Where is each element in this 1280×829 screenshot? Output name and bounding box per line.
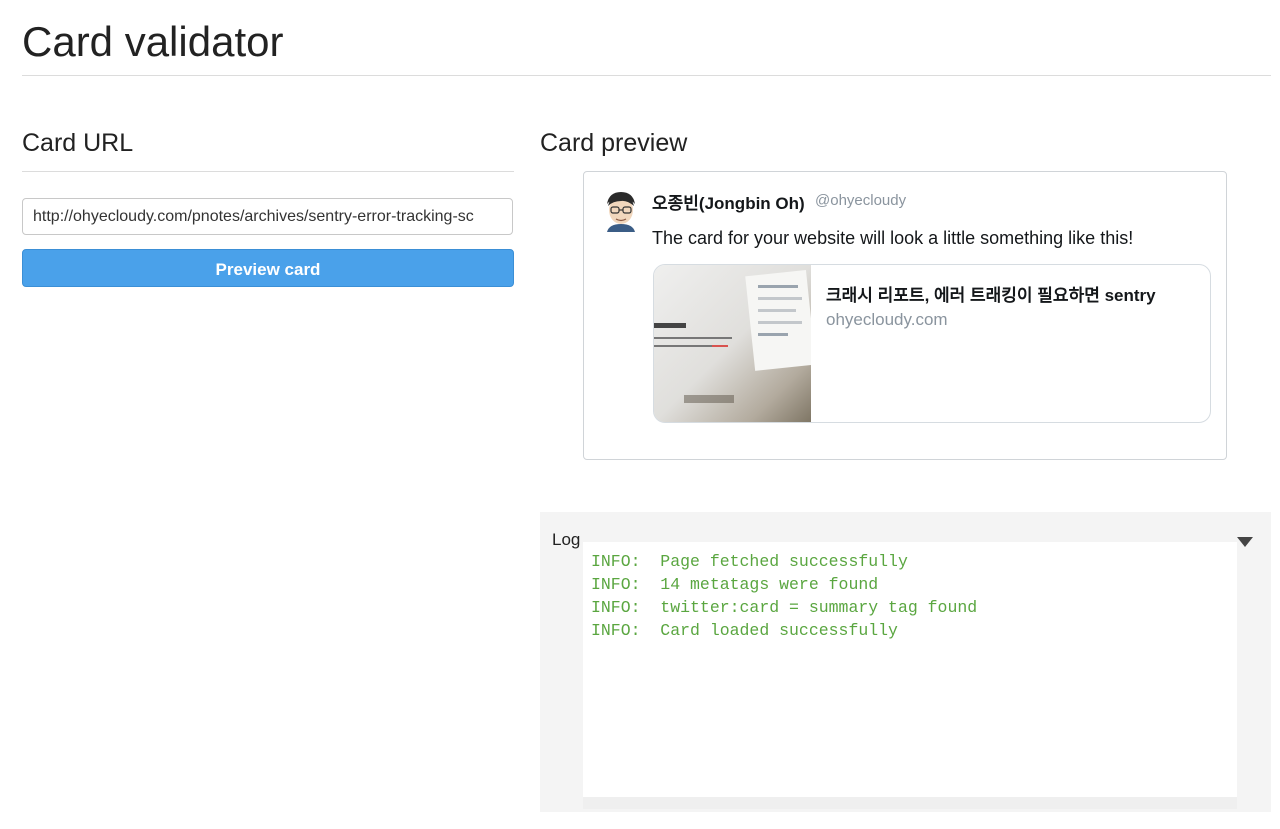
author-name: 오종빈(Jongbin Oh) <box>652 194 805 213</box>
log-line: INFO: Card loaded successfully <box>591 621 898 640</box>
avatar <box>603 190 639 232</box>
card-title: 크래시 리포트, 에러 트래킹이 필요하면 sentry <box>826 286 1156 305</box>
card-domain: ohyecloudy.com <box>826 310 948 329</box>
log-output[interactable]: INFO: Page fetched successfully INFO: 14 … <box>583 542 1237 797</box>
preview-card-button[interactable]: Preview card <box>22 249 514 287</box>
card-url-input[interactable] <box>22 198 513 235</box>
card-preview-heading: Card preview <box>540 129 688 157</box>
link-card[interactable]: 크래시 리포트, 에러 트래킹이 필요하면 sentry ohyecloudy.… <box>653 264 1211 423</box>
title-divider <box>22 75 1271 76</box>
page-title: Card validator <box>22 18 284 65</box>
log-line: INFO: 14 metatags were found <box>591 575 879 594</box>
collapse-toggle-icon[interactable] <box>1237 537 1253 547</box>
card-url-heading: Card URL <box>22 129 134 157</box>
log-line: INFO: twitter:card = summary tag found <box>591 598 978 617</box>
log-line: INFO: Page fetched successfully <box>591 552 908 571</box>
log-label: Log <box>552 530 581 549</box>
log-resize-bar <box>583 797 1237 809</box>
card-thumbnail-image <box>654 265 811 422</box>
tweet-text: The card for your website will look a li… <box>652 228 1134 248</box>
card-url-divider <box>22 171 514 172</box>
author-handle: @ohyecloudy <box>815 192 907 209</box>
